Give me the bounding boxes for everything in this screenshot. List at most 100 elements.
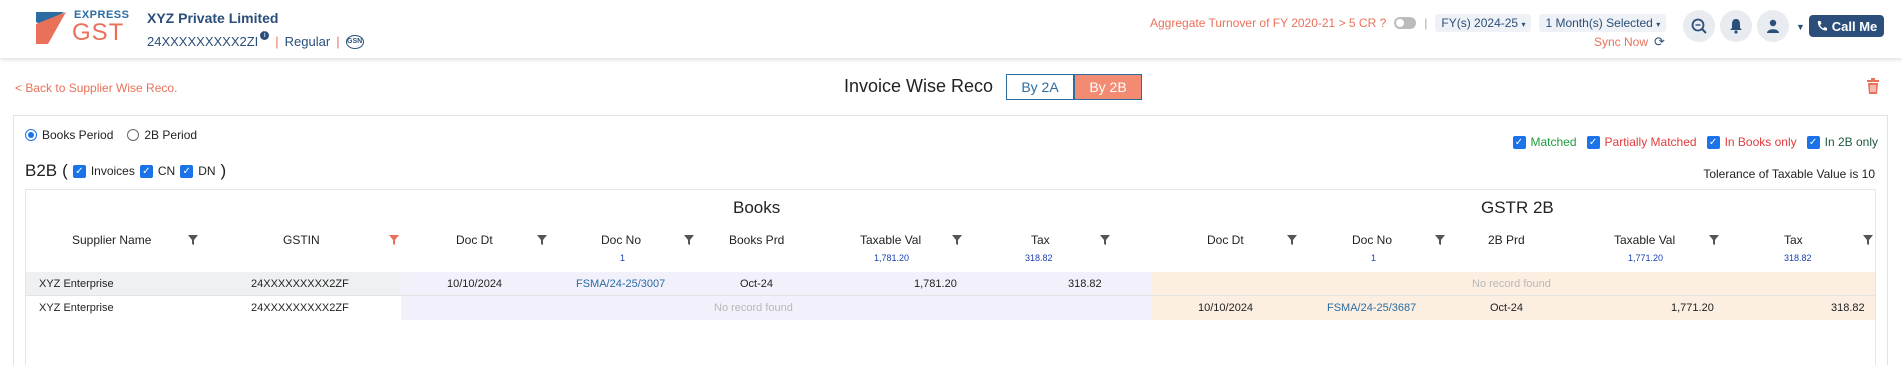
sync-now-link[interactable]: Sync Now ⟳ (1594, 34, 1665, 50)
filter-in-books-only[interactable]: ✓ In Books only (1706, 135, 1797, 149)
aggregate-turnover-label: Aggregate Turnover of FY 2020-21 > 5 CR … (1150, 16, 1387, 30)
group-header-gstr-2b: GSTR 2B (1481, 198, 1554, 217)
cell-supplier: XYZ Enterprise (39, 302, 114, 314)
separator: | (336, 34, 340, 49)
col-gstr-taxable-val[interactable]: Taxable Val (1614, 233, 1675, 247)
cell-books-tax: 318.82 (1068, 278, 1102, 290)
col-books-doc-no[interactable]: Doc No (601, 233, 641, 247)
col-books-taxable-val[interactable]: Taxable Val (860, 233, 921, 247)
paren-open: ( (62, 161, 68, 180)
filter-funnel-icon[interactable] (1287, 235, 1297, 245)
logo-mark-icon (36, 12, 66, 44)
top-header: EXPRESS GST XYZ Private Limited 24XXXXXX… (0, 0, 1902, 58)
caret-down-icon: ▾ (1521, 20, 1526, 29)
search-zoom-button[interactable] (1683, 10, 1715, 42)
filter-funnel-icon[interactable] (1709, 235, 1719, 245)
notifications-button[interactable] (1720, 10, 1752, 42)
col-gstr-tax[interactable]: Tax (1784, 233, 1803, 247)
checkbox-checked-icon: ✓ (72, 164, 86, 178)
doc-type-cn[interactable]: ✓ CN (139, 164, 175, 178)
fy-selector[interactable]: FY(s) 2024-25 ▾ (1435, 14, 1532, 32)
tab-by-2a[interactable]: By 2A (1006, 74, 1074, 100)
month-selector[interactable]: 1 Month(s) Selected ▾ (1539, 14, 1667, 32)
filter-funnel-icon[interactable] (952, 235, 962, 245)
cell-gstr-no-record: No record found (1472, 278, 1551, 290)
radio-2b-period-label: 2B Period (144, 128, 198, 142)
bell-icon (1730, 19, 1742, 34)
checkbox-checked-icon: ✓ (139, 164, 153, 178)
registration-type: Regular (284, 34, 331, 49)
paren-close: ) (220, 161, 227, 180)
checkbox-checked-icon: ✓ (1586, 135, 1600, 149)
filter-funnel-icon[interactable] (1435, 235, 1445, 245)
col-books-doc-dt[interactable]: Doc Dt (456, 233, 493, 247)
col-supplier-name[interactable]: Supplier Name (72, 233, 151, 247)
filter-partially-matched[interactable]: ✓ Partially Matched (1586, 135, 1697, 149)
company-gstin: 24XXXXXXXXX2ZI (147, 34, 259, 49)
filter-in-2b-only-label: In 2B only (1824, 135, 1878, 149)
filter-funnel-active-icon[interactable] (389, 235, 399, 245)
trash-icon[interactable] (1866, 78, 1880, 94)
doc-type-invoices[interactable]: ✓ Invoices (72, 164, 135, 178)
gsn-icon[interactable]: GSN (345, 34, 364, 49)
tab-by-2b[interactable]: By 2B (1074, 74, 1142, 100)
table-row[interactable]: XYZ Enterprise 24XXXXXXXXX2ZF 10/10/2024… (26, 272, 1875, 296)
filter-funnel-icon[interactable] (1100, 235, 1110, 245)
books-tax-total: 318.82 (1025, 253, 1053, 263)
col-gstr-doc-dt[interactable]: Doc Dt (1207, 233, 1244, 247)
filter-matched-label: Matched (1530, 135, 1577, 149)
col-books-tax[interactable]: Tax (1031, 233, 1050, 247)
filter-partially-matched-label: Partially Matched (1604, 135, 1697, 149)
separator: | (1424, 16, 1428, 30)
col-books-prd[interactable]: Books Prd (729, 233, 784, 247)
caret-down-icon[interactable]: ▼ (1796, 22, 1805, 32)
cell-books-no-record: No record found (714, 302, 793, 314)
status-filter-group: ✓ Matched ✓ Partially Matched ✓ In Books… (1512, 135, 1878, 149)
cell-gstr-doc-dt: 10/10/2024 (1198, 302, 1254, 314)
books-taxable-total: 1,781.20 (874, 253, 910, 263)
aggregate-turnover-toggle[interactable] (1394, 17, 1417, 29)
company-details: 24XXXXXXXXX2ZI i | Regular | GSN (147, 31, 364, 49)
filter-funnel-icon[interactable] (188, 235, 198, 245)
filter-funnel-icon[interactable] (537, 235, 547, 245)
cell-supplier: XYZ Enterprise (39, 278, 114, 290)
company-name[interactable]: XYZ Private Limited (147, 10, 278, 26)
checkbox-checked-icon: ✓ (1512, 135, 1526, 149)
gstr-tax-total: 318.82 (1784, 253, 1812, 263)
fy-selector-label: FY(s) 2024-25 (1441, 16, 1519, 30)
refresh-icon: ⟳ (1654, 34, 1665, 49)
user-profile-button[interactable] (1757, 10, 1789, 42)
radio-2b-period[interactable]: 2B Period (127, 128, 197, 142)
filter-funnel-icon[interactable] (684, 235, 694, 245)
user-icon (1767, 19, 1779, 33)
col-gstr-2b-prd[interactable]: 2B Prd (1488, 233, 1525, 247)
search-icon (1691, 18, 1707, 34)
cell-gstr-prd: Oct-24 (1490, 302, 1524, 314)
table-row[interactable]: XYZ Enterprise 24XXXXXXXXX2ZF No record … (26, 296, 1875, 320)
doc-type-dn[interactable]: ✓ DN (180, 164, 216, 178)
filter-matched[interactable]: ✓ Matched (1512, 135, 1577, 149)
filter-in-2b-only[interactable]: ✓ In 2B only (1806, 135, 1878, 149)
logo-gst-text: GST (72, 19, 125, 46)
col-gstr-doc-no[interactable]: Doc No (1352, 233, 1392, 247)
radio-books-period-label: Books Period (42, 128, 114, 142)
doc-type-dn-label: DN (198, 164, 216, 178)
aggregate-turnover-control: Aggregate Turnover of FY 2020-21 > 5 CR … (1150, 14, 1667, 32)
radio-books-period[interactable]: Books Period (25, 128, 113, 142)
filter-in-books-only-label: In Books only (1724, 135, 1797, 149)
info-icon[interactable]: i (260, 31, 270, 40)
express-gst-logo[interactable]: EXPRESS GST (36, 9, 129, 46)
cell-gstr-doc-no[interactable]: FSMA/24-25/3687 (1327, 296, 1416, 320)
col-gstin[interactable]: GSTIN (283, 233, 320, 247)
filter-funnel-icon[interactable] (1863, 235, 1873, 245)
call-me-button[interactable]: Call Me (1809, 15, 1884, 37)
month-selector-label: 1 Month(s) Selected (1545, 16, 1653, 30)
back-to-supplier-wise-link[interactable]: < Back to Supplier Wise Reco. (15, 81, 177, 95)
row-shade-books (401, 272, 1177, 296)
reco-source-tabs: By 2A By 2B (1006, 74, 1142, 100)
sync-now-label: Sync Now (1594, 35, 1649, 49)
cell-books-doc-no[interactable]: FSMA/24-25/3007 (576, 272, 665, 296)
cell-books-prd: Oct-24 (740, 278, 774, 290)
books-doc-count: 1 (620, 253, 626, 263)
gstr-taxable-total: 1,771.20 (1628, 253, 1664, 263)
